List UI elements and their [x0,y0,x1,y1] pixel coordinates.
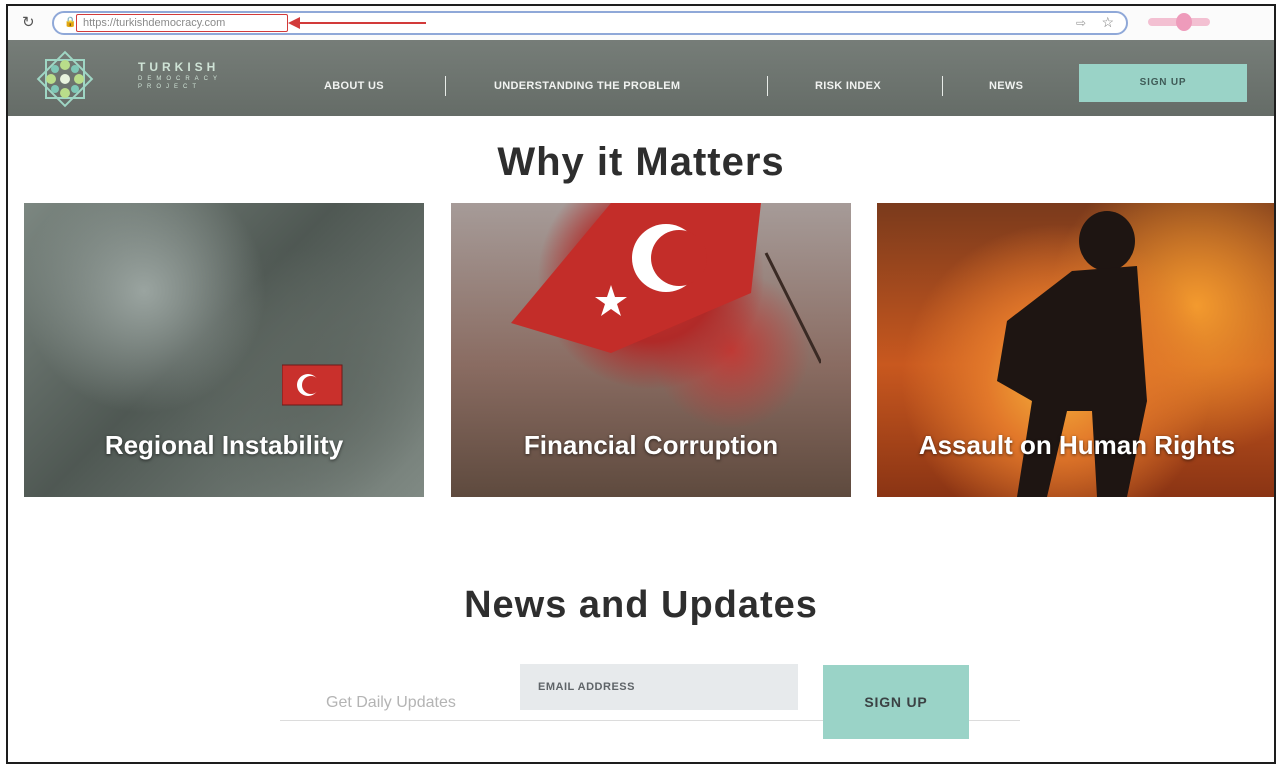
address-bar[interactable]: 🔒 https://turkishdemocracy.com ⇨ ☆ [52,11,1128,35]
card-assault-on-human-rights[interactable]: Assault on Human Rights [877,203,1274,497]
logo-word-3: PROJECT [138,84,202,90]
header-signup-button[interactable]: SIGN UP [1079,64,1247,102]
card-title: Regional Instability [104,430,344,460]
profile-avatar-dot [1176,13,1192,31]
logo-word-1: TURKISH [138,60,220,74]
card-title: Financial Corruption [523,430,779,460]
nav-divider [767,76,768,96]
email-address-input[interactable] [520,664,798,710]
browser-toolbar: ↻ 🔒 https://turkishdemocracy.com ⇨ ☆ [8,6,1274,40]
logo-text[interactable]: TURKISH DEMOCRACY PROJECT [138,60,222,90]
site-header: TURKISH DEMOCRACY PROJECT ABOUT US UNDER… [8,40,1274,116]
nav-about-us[interactable]: ABOUT US [324,80,384,92]
nav-divider [445,76,446,96]
news-and-updates-heading: News and Updates [464,584,818,626]
card-title: Assault on Human Rights [918,430,1236,460]
reload-icon[interactable]: ↻ [22,13,35,31]
logo-mark-icon[interactable] [34,48,96,110]
card-regional-instability[interactable]: Regional Instability [24,203,424,497]
nav-news[interactable]: NEWS [989,80,1023,92]
url-text[interactable]: https://turkishdemocracy.com [76,14,288,32]
browser-window: ↻ 🔒 https://turkishdemocracy.com ⇨ ☆ TUR… [6,4,1276,764]
newsletter-signup-button[interactable]: SIGN UP [823,665,969,739]
nav-understanding-the-problem[interactable]: UNDERSTANDING THE PROBLEM [494,80,680,92]
logo-word-2: DEMOCRACY [138,76,223,82]
nav-risk-index[interactable]: RISK INDEX [815,80,881,92]
daily-updates-label: Get Daily Updates [326,694,456,711]
why-it-matters-heading: Why it Matters [497,140,785,184]
card-financial-corruption[interactable]: Financial Corruption [451,203,851,497]
nav-divider [942,76,943,96]
star-icon[interactable]: ☆ [1101,14,1114,31]
annotation-arrow [288,17,426,29]
share-icon[interactable]: ⇨ [1076,16,1086,30]
lock-icon[interactable]: 🔒 [64,17,76,28]
